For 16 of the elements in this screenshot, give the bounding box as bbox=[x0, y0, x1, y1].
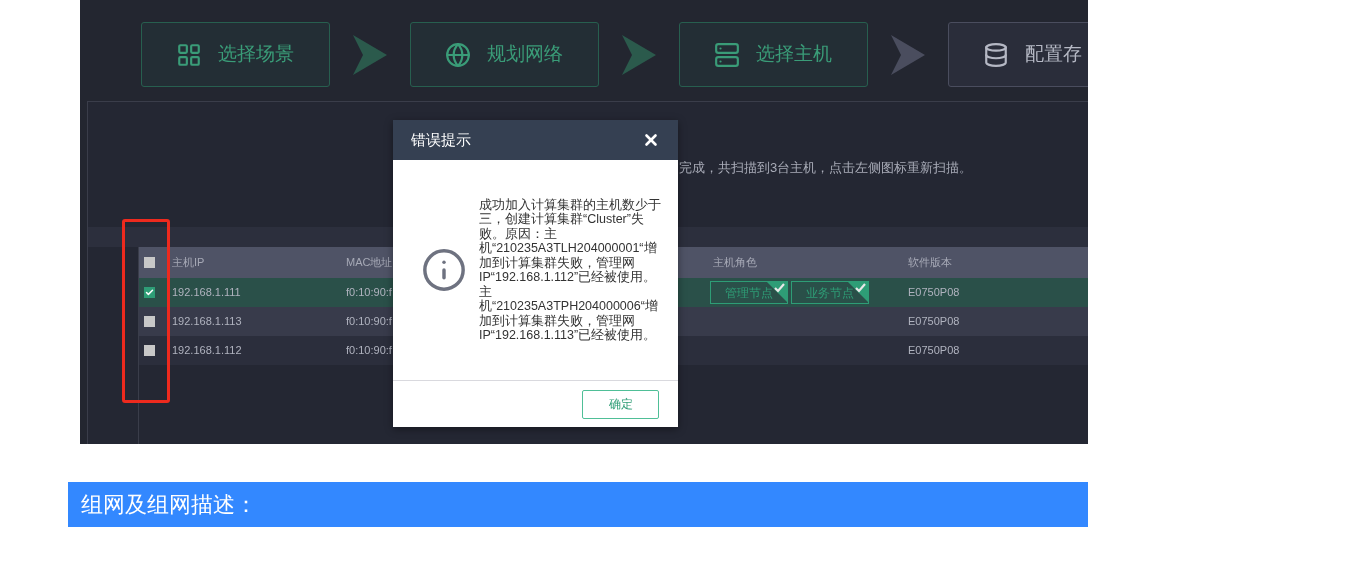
table-cell-text: E0750P08 bbox=[908, 343, 960, 359]
column-header: 主机IP bbox=[172, 255, 205, 271]
section-heading: 组网及组网描述： bbox=[81, 491, 257, 519]
scan-message: 完成，共扫描到3台主机，点击左侧图标重新扫描。 bbox=[679, 160, 973, 175]
table-cell-text: 192.168.1.112 bbox=[172, 343, 242, 359]
table-cell-text: f0:10:90:f bbox=[346, 314, 392, 330]
column-header: MAC地址 bbox=[346, 255, 393, 271]
column-header: 软件版本 bbox=[908, 255, 952, 271]
table-cell-text: f0:10:90:f bbox=[346, 285, 392, 301]
column-header: 主机角色 bbox=[713, 255, 757, 271]
table-cell-text: 192.168.1.113 bbox=[172, 314, 242, 330]
table-cell-text: f0:10:90:f bbox=[346, 343, 392, 359]
table-cell-text: 192.168.1.111 bbox=[172, 285, 241, 301]
dialog-title: 错误提示 bbox=[411, 129, 471, 150]
table-cell-text: E0750P08 bbox=[908, 285, 960, 301]
table-cell-text: E0750P08 bbox=[908, 314, 960, 330]
